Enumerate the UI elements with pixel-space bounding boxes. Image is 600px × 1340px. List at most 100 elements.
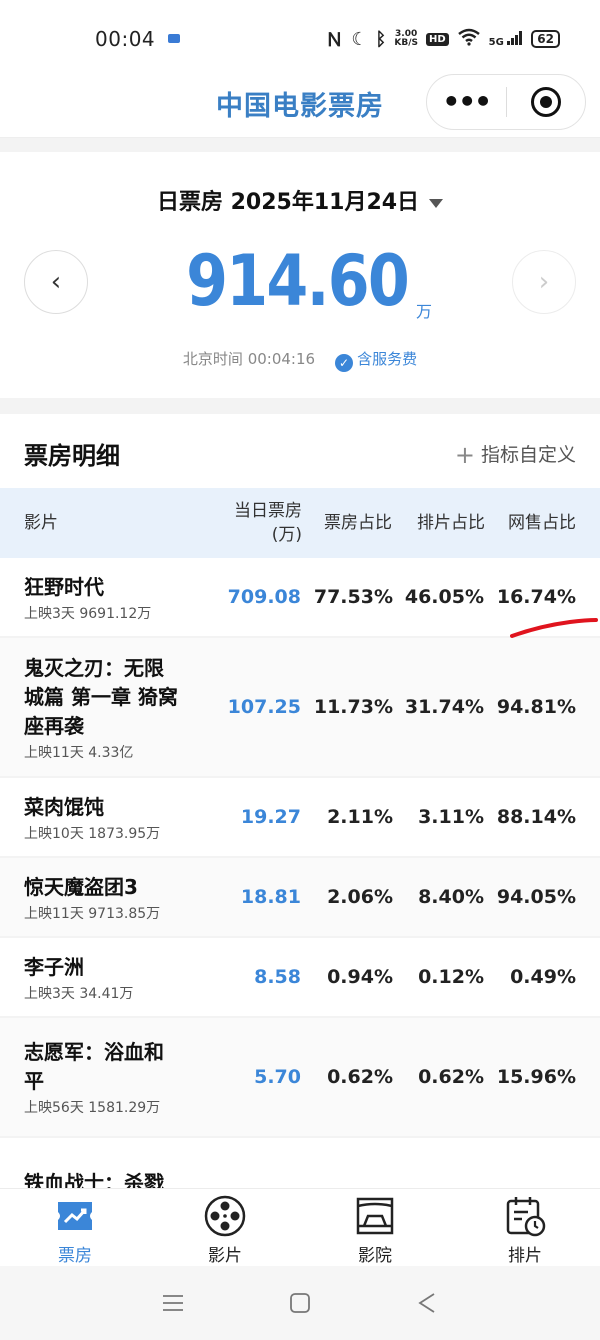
film-release-info: 上映56天 1581.29万: [24, 1100, 161, 1116]
dropdown-caret-icon: [429, 198, 444, 208]
film-release-info: 上映3天 9691.12万: [24, 606, 152, 622]
check-circle-icon: ✓: [335, 354, 354, 372]
film-release-info: 上映10天 1873.95万: [24, 826, 161, 842]
schedule-share-value: 3.11%: [418, 806, 484, 828]
red-underline-annotation: [510, 618, 598, 638]
status-time: 00:04: [95, 27, 156, 51]
table-header: 影片 当日票房 (万) 票房占比 排片占比 网售占比: [0, 488, 600, 558]
status-bar: 00:04 Ｎ ☾ ᛒ 3.00 KB/S HD 5G 62: [0, 0, 600, 70]
app-header: 中国电影票房 •••: [0, 70, 600, 138]
film-title-line: 铁血战士：杀戮: [24, 1171, 164, 1188]
table-row[interactable]: 鬼灭之刃：无限 城篇 第一章 猗窝 座再袭上映11天 4.33亿 107.25 11.7…: [0, 638, 600, 778]
customize-label: 指标自定义: [480, 444, 576, 466]
network-type: 5G: [488, 36, 504, 48]
daily-box-value: 19.27: [240, 806, 301, 828]
online-share-value: 0.49%: [510, 966, 576, 988]
film-title-line: 菜肉馄饨: [24, 795, 104, 819]
daily-box-value: 18.81: [240, 886, 301, 908]
bottom-tab-bar: 票房 影片 影院 排片: [0, 1188, 600, 1266]
schedule-share-value: 31.74%: [404, 696, 484, 718]
col-box-share[interactable]: 票房占比: [324, 488, 392, 558]
menu-lines-icon[interactable]: [153, 1283, 193, 1323]
film-title-line: 座再袭: [24, 714, 84, 738]
tab-label: 影院: [358, 1246, 392, 1266]
beijing-time: 北京时间 00:04:16: [182, 350, 316, 368]
detail-title: 票房明细: [24, 442, 120, 470]
miniapp-capsule: •••: [426, 74, 586, 130]
table-row[interactable]: 菜肉馄饨上映10天 1873.95万 19.27 2.11% 3.11% 88.14%: [0, 778, 600, 858]
total-box-office: 914.60 万: [0, 240, 600, 322]
col-film: 影片: [24, 513, 58, 533]
online-share-value: 94.05%: [496, 886, 576, 908]
table-row[interactable]: 惊天魔盗团3 上映11天 9713.85万 18.81 2.06% 8.40% 94.05…: [0, 858, 600, 938]
film-title-line: 鬼灭之刃：无限: [24, 656, 164, 680]
box-share-value: 0.94%: [327, 966, 393, 988]
target-circle-icon: [530, 87, 561, 117]
film-title-line: 平: [24, 1069, 44, 1093]
box-share-value: 2.06%: [327, 886, 393, 908]
total-value: 914.60: [185, 240, 410, 322]
schedule-share-value: 46.05%: [404, 586, 484, 608]
col-daily-box[interactable]: 当日票房 (万): [234, 488, 302, 558]
status-icons: Ｎ ☾ ᛒ 3.00 KB/S HD 5G 62: [325, 26, 560, 52]
service-fee-label: 含服务费: [357, 350, 418, 368]
tab-label: 票房: [58, 1246, 92, 1266]
more-menu-icon[interactable]: •••: [427, 74, 506, 130]
daily-box-value: 709.08: [227, 586, 301, 608]
close-miniapp-button[interactable]: [507, 87, 586, 117]
tab-label: 排片: [508, 1246, 542, 1266]
film-reel-icon: [204, 1195, 246, 1237]
schedule-calendar-icon: [504, 1195, 546, 1237]
col-online-share[interactable]: 网售占比: [508, 488, 576, 558]
film-title-line: 志愿军：浴血和: [24, 1040, 164, 1064]
col-daily-box-line2: (万): [271, 525, 302, 545]
schedule-share-value: 0.62%: [418, 1066, 484, 1088]
table-row[interactable]: 铁血战士：杀戮之地4.640.51%3.01%84.26%: [0, 1138, 600, 1188]
wifi-icon: [457, 28, 481, 51]
date-selector[interactable]: 日票房 2025年11月24日: [0, 184, 600, 216]
box-office-detail: 票房明细 + 指标自定义 影片 当日票房 (万) 票房占比 排片占比 网售占比 狂…: [0, 414, 600, 1188]
schedule-share-value: 8.40%: [418, 886, 484, 908]
meta-row: 北京时间 00:04:16 ✓ 含服务费: [0, 348, 600, 372]
daily-box-value: 107.25: [227, 696, 301, 718]
box-share-value: 0.62%: [327, 1066, 393, 1088]
online-share-value: 88.14%: [496, 806, 576, 828]
system-nav-bar: [0, 1266, 600, 1340]
home-square-icon[interactable]: [280, 1283, 320, 1323]
tab-label: 影片: [208, 1246, 242, 1266]
film-release-info: 上映3天 34.41万: [24, 986, 134, 1002]
film-release-info: 上映11天 4.33亿: [24, 745, 134, 761]
col-schedule-share[interactable]: 排片占比: [417, 488, 485, 558]
speed-unit: KB/S: [394, 38, 418, 48]
next-day-button[interactable]: ›: [512, 250, 576, 314]
customize-metrics-button[interactable]: + 指标自定义: [455, 440, 576, 469]
film-title-line: 狂野时代: [24, 575, 104, 599]
online-share-value: 94.81%: [496, 696, 576, 718]
film-release-info: 上映11天 9713.85万: [24, 906, 161, 922]
table-row[interactable]: 志愿军：浴血和平上映56天 1581.29万 5.70 0.62% 0.62% 15.9…: [0, 1018, 600, 1138]
date-label: 日票房 2025年11月24日: [156, 190, 420, 215]
box-share-value: 11.73%: [313, 696, 393, 718]
table-row[interactable]: 李子洲 上映3天 34.41万 8.58 0.94% 0.12% 0.49%: [0, 938, 600, 1018]
box-share-value: 2.11%: [327, 806, 393, 828]
signal-5g-icon: 5G: [488, 30, 524, 48]
back-triangle-icon[interactable]: [407, 1283, 447, 1323]
network-speed: 3.00 KB/S: [394, 30, 418, 48]
nfc-icon: Ｎ: [325, 30, 344, 51]
notification-icon: [168, 34, 180, 43]
tab-cinemas[interactable]: 影院: [300, 1189, 450, 1266]
online-share-value: 16.74%: [496, 586, 576, 608]
bluetooth-icon: ᛒ: [375, 28, 387, 50]
summary-card: 日票房 2025年11月24日 ‹ 914.60 万 › 北京时间 00:04:1…: [0, 152, 600, 398]
cinema-screen-icon: [354, 1195, 396, 1237]
daily-box-value: 8.58: [254, 966, 301, 988]
col-daily-box-line1: 当日票房: [234, 501, 302, 521]
film-title-line: 城篇 第一章 猗窝: [24, 685, 178, 709]
film-title-line: 李子洲: [24, 955, 84, 979]
total-unit: 万: [416, 302, 433, 321]
plus-icon: +: [454, 441, 475, 469]
moon-icon: ☾: [351, 28, 368, 50]
tab-box-office[interactable]: 票房: [0, 1189, 150, 1266]
tab-schedule[interactable]: 排片: [450, 1189, 600, 1266]
tab-films[interactable]: 影片: [150, 1189, 300, 1266]
